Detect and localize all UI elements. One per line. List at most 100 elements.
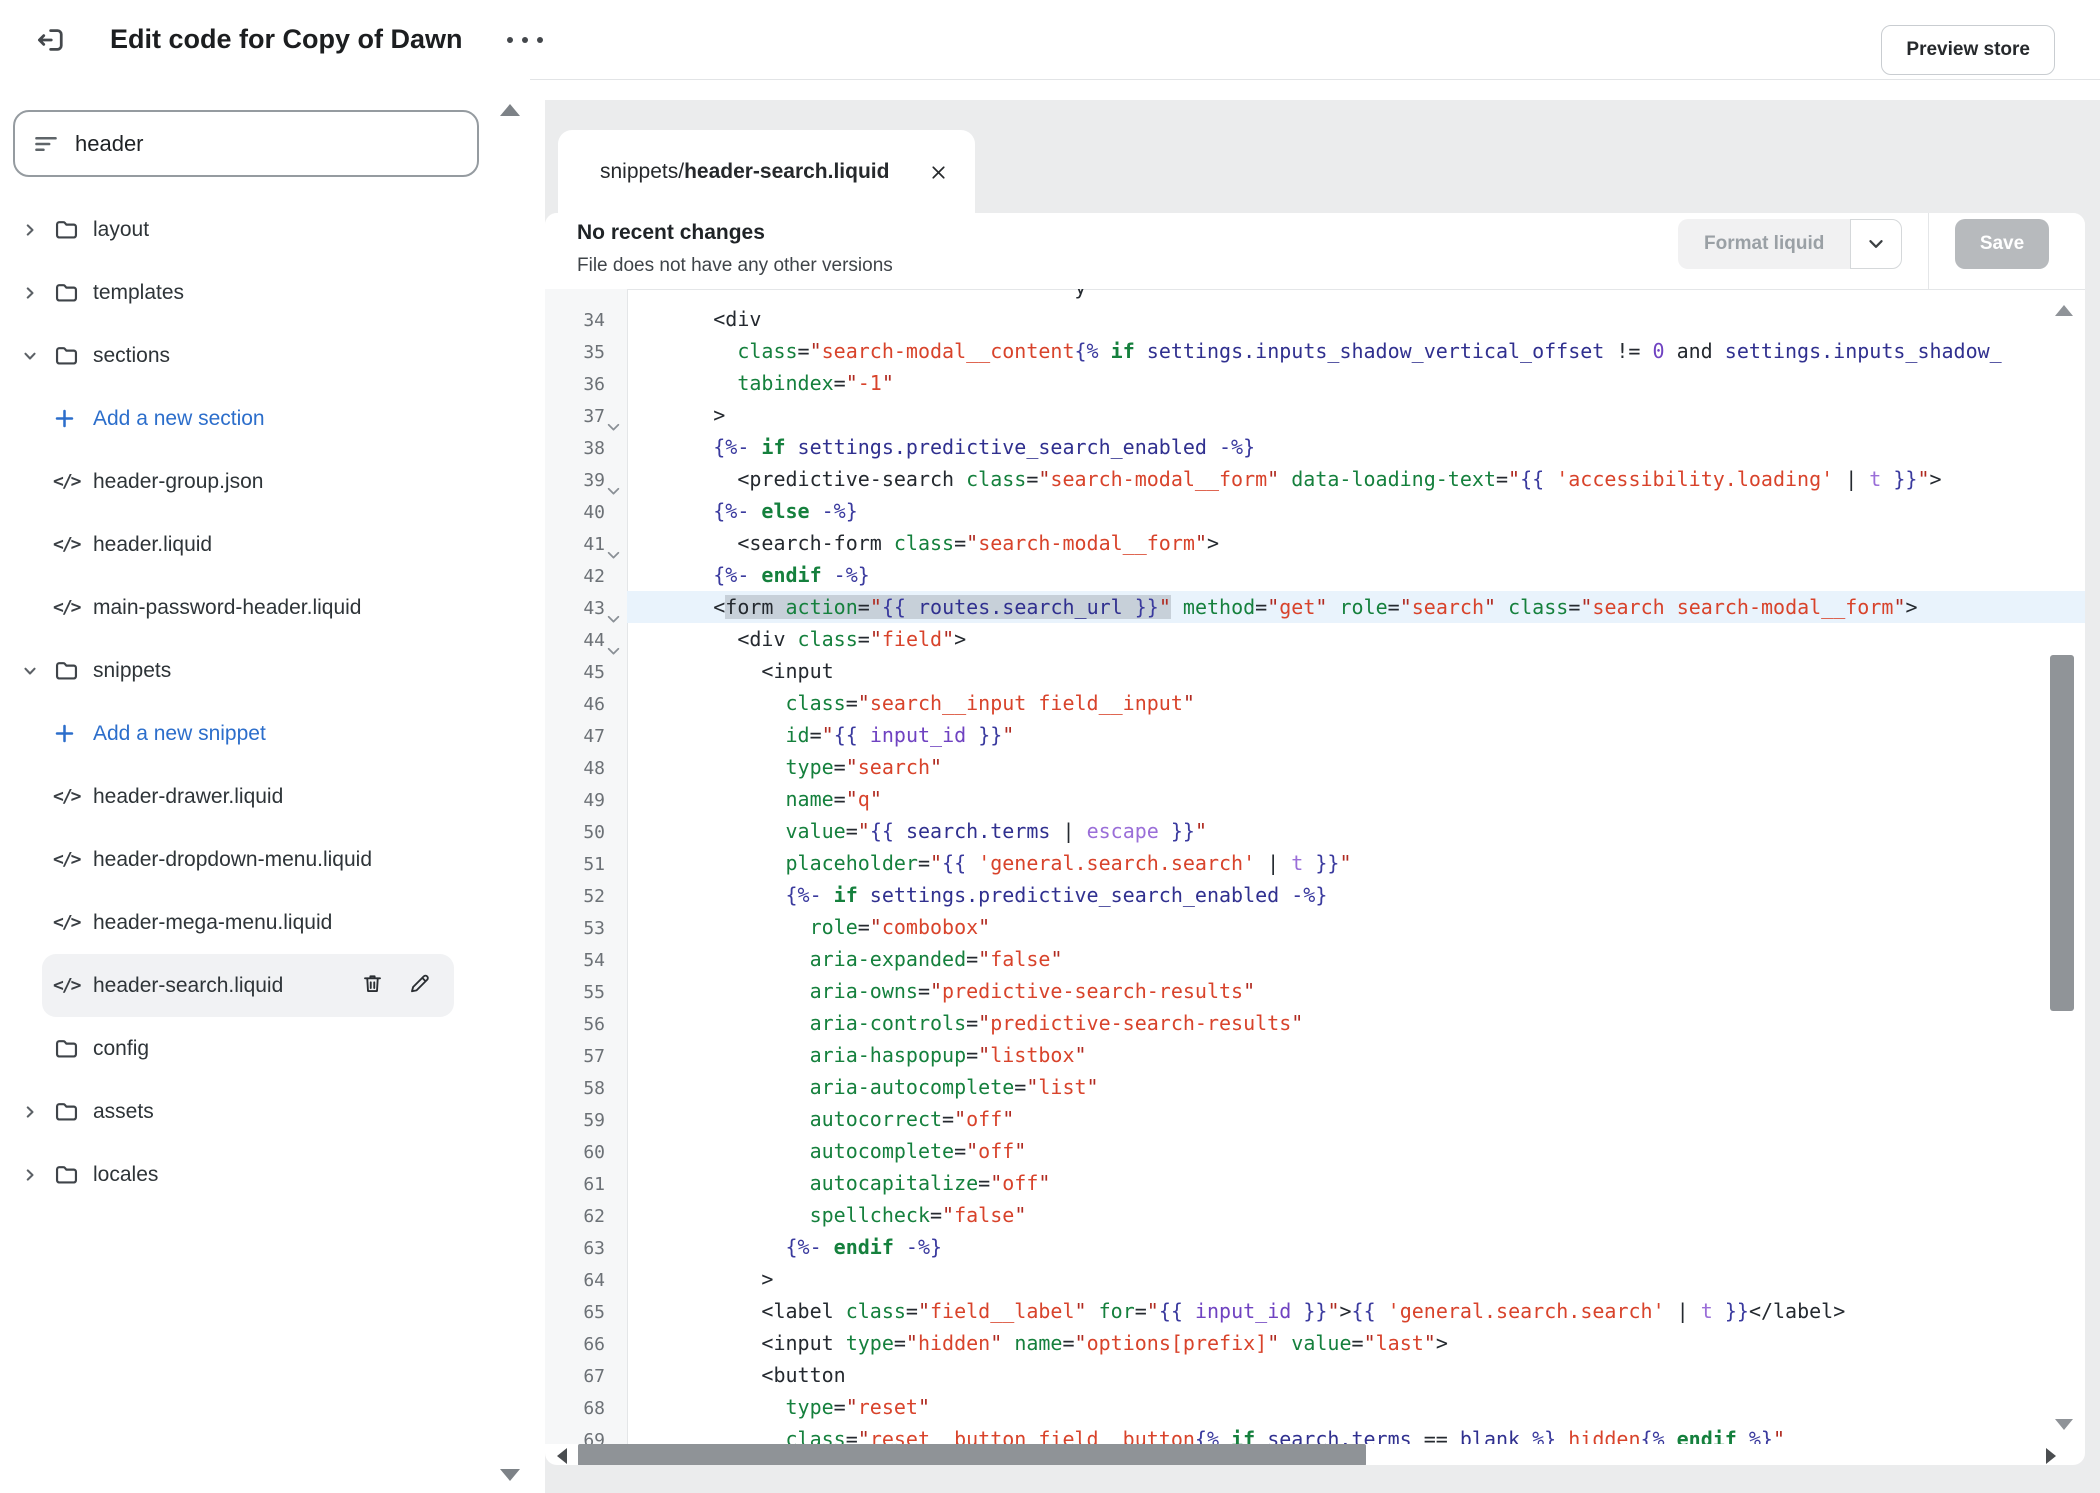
sidebar-scroll-up-arrow[interactable] — [500, 104, 520, 116]
code-line-58[interactable]: 58 aria-autocomplete="list" — [545, 1071, 2085, 1103]
line-number: 48 — [545, 751, 627, 783]
code-line-62[interactable]: 62 spellcheck="false" — [545, 1199, 2085, 1231]
code-line-45[interactable]: 45 <input — [545, 655, 2085, 687]
code-line-61[interactable]: 61 autocapitalize="off" — [545, 1167, 2085, 1199]
code-text: spellcheck="false" — [627, 1199, 2085, 1231]
code-line-54[interactable]: 54 aria-expanded="false" — [545, 943, 2085, 975]
sidebar-folder-locales[interactable]: locales — [42, 1143, 454, 1206]
code-line-49[interactable]: 49 name="q" — [545, 783, 2085, 815]
code-line-67[interactable]: 67 <button — [545, 1359, 2085, 1391]
code-line-35[interactable]: 35 class="search-modal__content{% if set… — [545, 335, 2085, 367]
code-editor[interactable]: y" "34 <div35 class="search-modal__conte… — [545, 289, 2085, 1444]
sidebar-folder-config[interactable]: config — [42, 1017, 454, 1080]
code-line-42[interactable]: 42 {%- endif -%} — [545, 559, 2085, 591]
code-line-55[interactable]: 55 aria-owns="predictive-search-results" — [545, 975, 2085, 1007]
sidebar-file-main-password-header-liquid[interactable]: </>main-password-header.liquid — [42, 576, 454, 639]
chevron-down-icon[interactable] — [22, 663, 38, 679]
exit-editor-button[interactable] — [34, 24, 66, 56]
code-line-57[interactable]: 57 aria-haspopup="listbox" — [545, 1039, 2085, 1071]
code-line-69[interactable]: 69 class="reset__button field__button{% … — [545, 1423, 2085, 1444]
code-line-37[interactable]: 37 > — [545, 399, 2085, 431]
code-text: <predictive-search class="search-modal__… — [627, 463, 2085, 495]
line-number: 68 — [545, 1391, 627, 1423]
line-number: 61 — [545, 1167, 627, 1199]
sidebar-file-header-group-json[interactable]: </>header-group.json — [42, 450, 454, 513]
code-line-53[interactable]: 53 role="combobox" — [545, 911, 2085, 943]
code-text: aria-controls="predictive-search-results… — [627, 1007, 2085, 1039]
top-bar: Edit code for Copy of Dawn Preview store — [0, 0, 2100, 80]
sidebar-folder-assets[interactable]: assets — [42, 1080, 454, 1143]
code-line-50[interactable]: 50 value="{{ search.terms | escape }}" — [545, 815, 2085, 847]
code-line-64[interactable]: 64 > — [545, 1263, 2085, 1295]
sidebar-file-header-mega-menu-liquid[interactable]: </>header-mega-menu.liquid — [42, 891, 454, 954]
sidebar-file-header-liquid[interactable]: </>header.liquid — [42, 513, 454, 576]
chevron-right-icon[interactable] — [22, 1167, 38, 1183]
horizontal-scroll-left-arrow[interactable] — [557, 1448, 567, 1464]
sidebar-folder-sections[interactable]: sections — [42, 324, 454, 387]
pencil-icon[interactable] — [407, 971, 432, 1001]
format-liquid-dropdown-button[interactable] — [1850, 219, 1902, 269]
vertical-scroll-up-arrow[interactable] — [2055, 305, 2073, 316]
code-text: type="reset" — [627, 1391, 2085, 1423]
preview-store-button[interactable]: Preview store — [1881, 25, 2055, 75]
sidebar-action-add-a-new-section[interactable]: Add a new section — [42, 387, 454, 450]
sidebar-file-header-search-liquid[interactable]: </>header-search.liquid — [42, 954, 454, 1017]
sidebar-file-header-dropdown-menu-liquid[interactable]: </>header-dropdown-menu.liquid — [42, 828, 454, 891]
item-label: header.liquid — [93, 533, 212, 557]
more-actions-button[interactable] — [499, 29, 551, 51]
horizontal-scrollbar-thumb[interactable] — [578, 1444, 1366, 1465]
code-file-icon: </> — [53, 471, 93, 492]
horizontal-scroll-right-arrow[interactable] — [2046, 1448, 2056, 1464]
trash-icon[interactable] — [360, 971, 385, 1001]
file-filter-box[interactable] — [13, 110, 479, 177]
code-line-44[interactable]: 44 <div class="field"> — [545, 623, 2085, 655]
code-line-60[interactable]: 60 autocomplete="off" — [545, 1135, 2085, 1167]
code-text: <form action="{{ routes.search_url }}" m… — [627, 591, 2085, 623]
plus-icon — [53, 722, 93, 745]
code-line-63[interactable]: 63 {%- endif -%} — [545, 1231, 2085, 1263]
code-text: <input — [627, 655, 2085, 687]
code-line-51[interactable]: 51 placeholder="{{ 'general.search.searc… — [545, 847, 2085, 879]
code-line-41[interactable]: 41 <search-form class="search-modal__for… — [545, 527, 2085, 559]
line-number: 65 — [545, 1295, 627, 1327]
code-line-43[interactable]: 43 <form action="{{ routes.search_url }}… — [545, 591, 2085, 623]
code-line-52[interactable]: 52 {%- if settings.predictive_search_ena… — [545, 879, 2085, 911]
code-line-56[interactable]: 56 aria-controls="predictive-search-resu… — [545, 1007, 2085, 1039]
code-line-40[interactable]: 40 {%- else -%} — [545, 495, 2085, 527]
sidebar-folder-snippets[interactable]: snippets — [42, 639, 454, 702]
code-line-48[interactable]: 48 type="search" — [545, 751, 2085, 783]
code-line-39[interactable]: 39 <predictive-search class="search-moda… — [545, 463, 2085, 495]
item-label: Add a new section — [93, 407, 265, 431]
code-line-47[interactable]: 47 id="{{ input_id }}" — [545, 719, 2085, 751]
code-text: role="combobox" — [627, 911, 2085, 943]
sidebar-scroll-down-arrow[interactable] — [500, 1469, 520, 1481]
code-file-icon: </> — [53, 849, 93, 870]
tab-header-search-liquid[interactable]: snippets/header-search.liquid — [558, 130, 975, 214]
sidebar-folder-layout[interactable]: layout — [42, 198, 454, 261]
code-line-65[interactable]: 65 <label class="field__label" for="{{ i… — [545, 1295, 2085, 1327]
chevron-right-icon[interactable] — [22, 1104, 38, 1120]
code-line-36[interactable]: 36 tabindex="-1" — [545, 367, 2085, 399]
code-line-34[interactable]: 34 <div — [545, 303, 2085, 335]
file-filter-input[interactable] — [73, 130, 477, 158]
code-line-partial[interactable]: y" " — [545, 289, 2085, 303]
tab-close-icon[interactable] — [928, 162, 949, 183]
vertical-scroll-down-arrow[interactable] — [2055, 1419, 2073, 1430]
code-line-68[interactable]: 68 type="reset" — [545, 1391, 2085, 1423]
line-number: 38 — [545, 431, 627, 463]
vertical-scrollbar-thumb[interactable] — [2050, 655, 2074, 1011]
code-line-66[interactable]: 66 <input type="hidden" name="options[pr… — [545, 1327, 2085, 1359]
save-button[interactable]: Save — [1955, 219, 2049, 269]
code-text: {%- else -%} — [627, 495, 2085, 527]
code-line-38[interactable]: 38 {%- if settings.predictive_search_ena… — [545, 431, 2085, 463]
format-liquid-button[interactable]: Format liquid — [1678, 219, 1850, 269]
code-text: <button — [627, 1359, 2085, 1391]
sidebar-folder-templates[interactable]: templates — [42, 261, 454, 324]
chevron-down-icon[interactable] — [22, 348, 38, 364]
chevron-right-icon[interactable] — [22, 222, 38, 238]
sidebar-action-add-a-new-snippet[interactable]: Add a new snippet — [42, 702, 454, 765]
chevron-right-icon[interactable] — [22, 285, 38, 301]
code-line-46[interactable]: 46 class="search__input field__input" — [545, 687, 2085, 719]
code-line-59[interactable]: 59 autocorrect="off" — [545, 1103, 2085, 1135]
sidebar-file-header-drawer-liquid[interactable]: </>header-drawer.liquid — [42, 765, 454, 828]
